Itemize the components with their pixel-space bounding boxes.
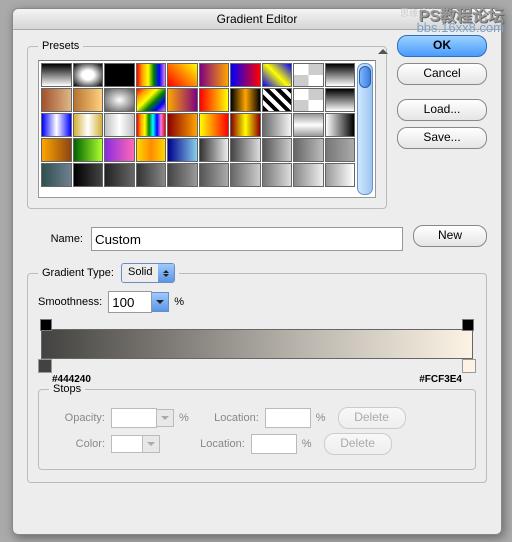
preset-swatch[interactable] [104, 113, 135, 137]
preset-swatch[interactable] [293, 113, 324, 137]
opacity-pct: % [179, 412, 189, 424]
preset-swatch[interactable] [73, 138, 104, 162]
gradient-bar-area: #444240 #FCF3E4 [38, 321, 476, 383]
opacity-input [111, 408, 157, 428]
load-button[interactable]: Load... [397, 99, 487, 121]
ok-button[interactable]: OK [397, 35, 487, 57]
opacity-stop-right[interactable] [462, 319, 474, 331]
preset-swatch[interactable] [230, 163, 261, 187]
presets-grid [41, 63, 355, 195]
preset-swatch[interactable] [199, 63, 230, 87]
preset-swatch[interactable] [293, 63, 324, 87]
preset-swatch[interactable] [199, 163, 230, 187]
preset-swatch[interactable] [136, 113, 167, 137]
smoothness-label: Smoothness: [38, 296, 102, 308]
preset-swatch[interactable] [167, 63, 198, 87]
preset-swatch[interactable] [41, 63, 72, 87]
updown-icon [158, 264, 174, 282]
preset-swatch[interactable] [293, 163, 324, 187]
opacity-location-input [265, 408, 311, 428]
opacity-label: Opacity: [49, 412, 105, 424]
preset-swatch[interactable] [73, 63, 104, 87]
preset-swatch[interactable] [325, 163, 356, 187]
opacity-stop-left[interactable] [40, 319, 52, 331]
smoothness-dropdown-icon[interactable] [152, 292, 169, 312]
opacity-dropdown-icon [157, 409, 174, 427]
preset-swatch[interactable] [136, 63, 167, 87]
preset-swatch[interactable] [41, 113, 72, 137]
color-location-input [251, 434, 297, 454]
gradient-type-label: Gradient Type: [42, 267, 114, 279]
smoothness-input[interactable] [108, 291, 152, 313]
preset-swatch[interactable] [199, 138, 230, 162]
preset-swatch[interactable] [167, 113, 198, 137]
gradient-editor-window: Gradient Editor Presets OK Cancel Load..… [12, 8, 502, 535]
presets-scrollbar[interactable] [357, 63, 373, 195]
preset-swatch[interactable] [104, 88, 135, 112]
preset-swatch[interactable] [262, 138, 293, 162]
color-well [111, 435, 143, 453]
preset-swatch[interactable] [262, 88, 293, 112]
preset-swatch[interactable] [41, 138, 72, 162]
presets-legend: Presets [38, 40, 83, 52]
opacity-location-label: Location: [203, 412, 259, 424]
name-input[interactable] [91, 227, 403, 251]
preset-swatch[interactable] [293, 88, 324, 112]
preset-swatch[interactable] [230, 88, 261, 112]
preset-swatch[interactable] [167, 88, 198, 112]
color-dropdown-icon [143, 435, 160, 453]
preset-swatch[interactable] [136, 88, 167, 112]
gradient-type-legend: Gradient Type: Solid [38, 263, 179, 283]
preset-swatch[interactable] [293, 138, 324, 162]
preset-swatch[interactable] [262, 163, 293, 187]
preset-swatch[interactable] [73, 88, 104, 112]
preset-swatch[interactable] [325, 88, 356, 112]
preset-swatch[interactable] [199, 113, 230, 137]
save-button[interactable]: Save... [397, 127, 487, 149]
presets-fieldset: Presets [27, 40, 387, 209]
stops-legend: Stops [49, 383, 85, 395]
color-delete-button: Delete [324, 433, 392, 455]
new-button[interactable]: New [413, 225, 487, 247]
preset-swatch[interactable] [167, 163, 198, 187]
preset-swatch[interactable] [262, 63, 293, 87]
gradient-type-fieldset: Gradient Type: Solid Smoothness: % #4442… [27, 263, 487, 483]
preset-swatch[interactable] [41, 88, 72, 112]
opacity-loc-pct: % [316, 412, 326, 424]
preset-swatch[interactable] [136, 138, 167, 162]
opacity-delete-button: Delete [338, 407, 406, 429]
preset-swatch[interactable] [230, 63, 261, 87]
stops-fieldset: Stops Opacity: % Location: % Delete Colo… [38, 383, 476, 470]
color-stop-left[interactable] [38, 359, 52, 373]
watermark-text-3: bbs.16xx8.com [417, 20, 504, 35]
preset-swatch[interactable] [262, 113, 293, 137]
color-stop-right[interactable] [462, 359, 476, 373]
scrollbar-thumb[interactable] [359, 66, 371, 88]
gradient-bar[interactable] [41, 329, 473, 359]
preset-swatch[interactable] [325, 138, 356, 162]
preset-swatch[interactable] [167, 138, 198, 162]
preset-swatch[interactable] [136, 163, 167, 187]
preset-swatch[interactable] [73, 113, 104, 137]
color-loc-pct: % [302, 438, 312, 450]
percent-label: % [174, 296, 184, 308]
preset-swatch[interactable] [325, 113, 356, 137]
preset-swatch[interactable] [230, 138, 261, 162]
preset-swatch[interactable] [325, 63, 356, 87]
preset-swatch[interactable] [104, 138, 135, 162]
cancel-button[interactable]: Cancel [397, 63, 487, 85]
preset-swatch[interactable] [199, 88, 230, 112]
presets-panel [38, 60, 376, 198]
preset-swatch[interactable] [104, 63, 135, 87]
preset-swatch[interactable] [73, 163, 104, 187]
gradient-type-value: Solid [122, 264, 158, 282]
presets-flyout-icon[interactable] [378, 49, 388, 54]
gradient-type-select[interactable]: Solid [121, 263, 175, 283]
name-label: Name: [27, 233, 83, 245]
preset-swatch[interactable] [230, 113, 261, 137]
color-label: Color: [49, 438, 105, 450]
preset-swatch[interactable] [41, 163, 72, 187]
color-location-label: Location: [189, 438, 245, 450]
preset-swatch[interactable] [104, 163, 135, 187]
